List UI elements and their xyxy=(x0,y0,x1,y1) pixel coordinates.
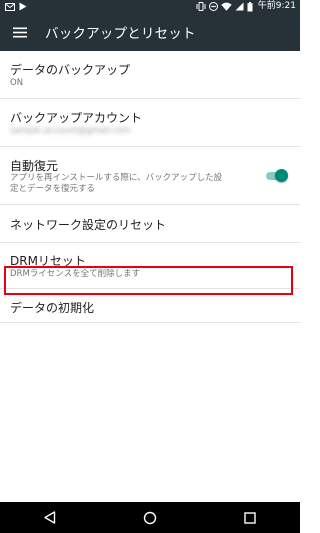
auto-restore-title: 自動復元 xyxy=(10,159,59,173)
backup-item[interactable]: データのバックアップ ON xyxy=(0,51,300,99)
status-right: 午前9:21 xyxy=(196,0,300,13)
minus-circle-icon xyxy=(208,2,218,11)
page-title: バックアップとリセット xyxy=(45,26,196,42)
home-icon[interactable] xyxy=(130,502,170,533)
network-reset-item[interactable]: ネットワーク設定のリセット xyxy=(0,205,300,243)
backup-account-item[interactable]: バックアップアカウント sample.account@gmail.com xyxy=(0,99,300,147)
backup-title: データのバックアップ xyxy=(10,63,131,77)
factory-reset-title: データの初期化 xyxy=(10,301,95,315)
vibrate-icon xyxy=(196,2,206,11)
backup-account-title: バックアップアカウント xyxy=(10,111,143,125)
auto-restore-description-line2: 定とデータを復元する xyxy=(10,184,96,194)
wifi-icon xyxy=(221,2,232,11)
backup-status: ON xyxy=(10,78,24,88)
battery-icon xyxy=(247,1,253,12)
status-left xyxy=(0,0,27,13)
recents-icon[interactable] xyxy=(230,502,270,533)
auto-restore-item[interactable]: 自動復元 アプリを再インストールする際に、バックアップした設 定とデータを復元す… xyxy=(0,147,300,205)
network-reset-title: ネットワーク設定のリセット xyxy=(10,218,167,232)
signal-icon xyxy=(235,2,244,11)
status-bar: 午前9:21 xyxy=(0,0,300,13)
app-bar: バックアップとリセット xyxy=(0,13,300,51)
mail-icon xyxy=(5,2,15,11)
back-icon[interactable] xyxy=(30,502,70,533)
navigation-bar xyxy=(0,502,300,533)
auto-restore-toggle[interactable] xyxy=(266,169,288,183)
auto-restore-description-line1: アプリを再インストールする際に、バックアップした設 xyxy=(10,173,223,183)
menu-icon[interactable] xyxy=(0,13,40,51)
status-time: 午前9:21 xyxy=(257,1,296,11)
toggle-thumb xyxy=(275,169,288,182)
backup-account-email: sample.account@gmail.com xyxy=(10,126,131,136)
play-store-icon xyxy=(19,2,27,11)
factory-reset-highlight xyxy=(4,266,293,295)
